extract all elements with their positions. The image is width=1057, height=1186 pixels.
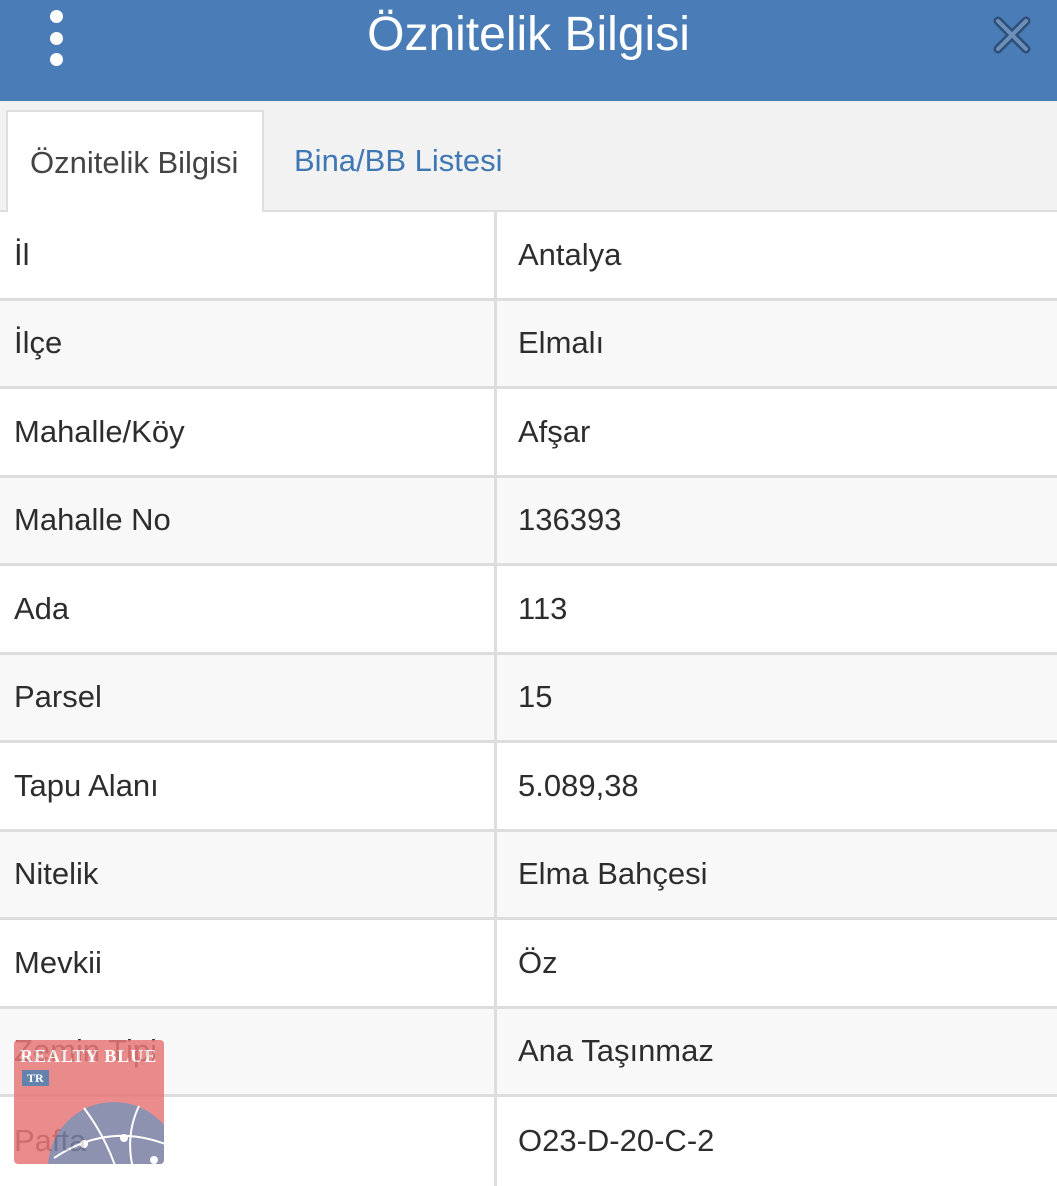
table-row: İl Antalya [0,212,1057,301]
row-label: Mahalle No [0,477,497,563]
row-value: Antalya [518,236,622,272]
row-label: Nitelik [0,831,497,917]
close-icon[interactable] [991,14,1033,56]
table-row: İlçe Elmalı [0,300,1057,389]
table-row: Mahalle/Köy Afşar [0,389,1057,478]
row-value: 136393 [518,502,622,538]
watermark-logo: REALTY BLUE TR [14,1040,164,1164]
logo-badge: TR [22,1070,49,1086]
row-label: İlçe [0,300,497,386]
row-value: Elma Bahçesi [518,856,708,892]
header-bar: Öznitelik Bilgisi [0,0,1057,101]
table-row: Parsel 15 [0,654,1057,743]
row-value: Elmalı [518,325,605,361]
row-value: Öz [518,944,558,980]
table-row: Tapu Alanı 5.089,38 [0,743,1057,832]
logo-text: REALTY BLUE [20,1046,158,1066]
tab-bina-bb-listesi[interactable]: Bina/BB Listesi [272,110,525,212]
table-row: Mevkii Öz [0,920,1057,1009]
tab-bar: Öznitelik Bilgisi Bina/BB Listesi [0,101,1057,212]
row-value: Afşar [518,413,591,449]
table-row: Nitelik Elma Bahçesi [0,831,1057,920]
row-value: 15 [518,679,553,715]
row-label: İl [0,212,497,298]
row-label: Mahalle/Köy [0,389,497,475]
table-row: Mahalle No 136393 [0,477,1057,566]
row-label: Tapu Alanı [0,743,497,829]
row-value: 5.089,38 [518,767,639,803]
row-label: Parsel [0,654,497,740]
globe-icon [48,1102,164,1164]
table-row: Ada 113 [0,566,1057,655]
row-label: Ada [0,566,497,652]
row-value: Ana Taşınmaz [518,1033,714,1069]
row-value: O23-D-20-C-2 [518,1123,715,1159]
page-title: Öznitelik Bilgisi [367,8,690,61]
row-value: 113 [518,590,568,626]
tab-oznitelik-bilgisi[interactable]: Öznitelik Bilgisi [6,110,264,212]
row-label: Mevkii [0,920,497,1006]
